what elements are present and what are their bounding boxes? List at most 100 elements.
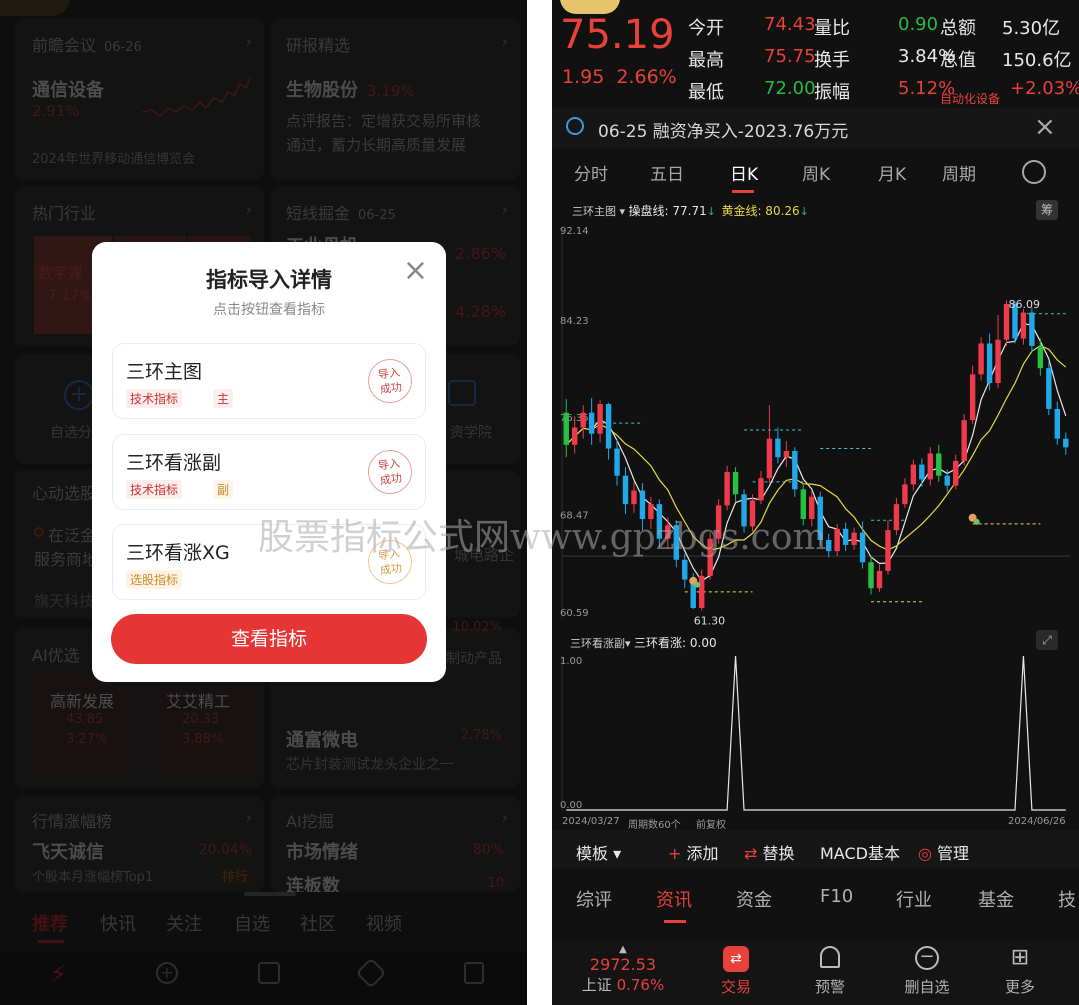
period-tab-3[interactable]: 周K [802, 160, 830, 185]
stat-l2: 量比 [814, 18, 850, 39]
indicator-slot-tag: 主 [213, 389, 234, 408]
view-indicator-button[interactable]: 查看指标 [111, 614, 427, 664]
candle-body [1020, 312, 1027, 339]
date-end: 2024/06/26 [1008, 816, 1066, 827]
info-tab-1[interactable]: 资讯 [656, 886, 692, 912]
period-tab-0[interactable]: 分时 [574, 160, 608, 185]
line1-label: 操盘线: 77.71 [628, 204, 707, 218]
candle-body [969, 374, 976, 421]
stat-v: 74.43 [764, 14, 816, 35]
info-tab-0[interactable]: 综评 [576, 886, 612, 912]
bell-icon[interactable] [820, 946, 840, 968]
settings-icon[interactable] [1022, 160, 1046, 184]
candle-body [919, 464, 925, 480]
candle-body [732, 472, 739, 495]
index-name: 上证 [581, 976, 612, 994]
candle-body [851, 532, 857, 545]
chips-button[interactable]: 筹 [1036, 200, 1058, 220]
gear-icon: ◎ [918, 844, 938, 863]
info-tab-3[interactable]: F10 [820, 886, 853, 907]
candle-body [859, 532, 866, 563]
dropdown-icon: ▾ [616, 205, 629, 218]
add-indicator-button[interactable]: + 添加 [668, 840, 719, 864]
replace-button[interactable]: ⇄ 替换 [744, 840, 795, 864]
candle-body [775, 438, 781, 458]
period-tab-5[interactable]: 周期 [942, 160, 976, 185]
close-icon[interactable]: × [403, 256, 428, 286]
indicator-name: 三环看涨XG [126, 542, 230, 564]
candle-body [893, 504, 900, 531]
dropdown-icon: ▾ [625, 637, 635, 650]
info-tab-4[interactable]: 行业 [896, 886, 932, 912]
signal-marker [694, 581, 701, 588]
candle-body [986, 343, 993, 384]
candle-body [724, 472, 730, 506]
grid-icon[interactable]: ⊞ [1008, 946, 1032, 970]
candle-body [698, 575, 705, 608]
y-tick-label: 60.59 [560, 608, 589, 619]
candle-body [995, 339, 1001, 384]
indicator-slot-tag: 副 [213, 480, 234, 499]
info-tab-5[interactable]: 基金 [978, 886, 1014, 912]
price-change: 1.95 2.66% [562, 66, 677, 88]
trade-icon[interactable]: ⇄ [723, 946, 749, 972]
delete-watch-label: 删自选 [904, 978, 950, 996]
y-tick-label: 92.14 [560, 226, 589, 237]
tab-underline [664, 920, 686, 923]
sub-indicator-name[interactable]: 三环看涨副 [570, 637, 625, 650]
expand-icon[interactable]: ⤢ [1036, 630, 1058, 650]
stat-l3: 自动化设备 [940, 92, 1001, 106]
manage-button[interactable]: ◎ 管理 [918, 840, 969, 864]
template-menu[interactable]: 模板 ▾ [576, 840, 621, 864]
dialog-subtitle: 点击按钮查看指标 [213, 302, 325, 318]
candle-body [1029, 312, 1035, 346]
macd-button[interactable]: MACD基本 [820, 840, 900, 864]
indicator-type-tag: 选股指标 [126, 570, 183, 589]
stat-l2: 振幅 [814, 82, 850, 103]
notice-text: 06-25 融资净买入-2023.76万元 [598, 122, 849, 142]
period-tab-1[interactable]: 五日 [650, 160, 684, 185]
candle-body [597, 404, 603, 434]
trade-label: 交易 [720, 978, 751, 996]
high-label: 86.09 [1009, 298, 1041, 311]
stat-v: 72.00 [764, 78, 816, 99]
candle-body [825, 540, 832, 552]
stat-v: 75.75 [764, 46, 816, 67]
low-label: 61.30 [694, 614, 726, 627]
change-value: 1.95 [562, 66, 605, 88]
stat-l3: 总值 [940, 50, 976, 71]
info-tab-2[interactable]: 资金 [736, 886, 772, 912]
tab-underline [732, 190, 754, 193]
indicator-name: 三环看涨副 [126, 452, 222, 474]
candle-body [766, 438, 773, 479]
index-value: 2972.53 [589, 955, 657, 974]
candle-body [1037, 345, 1044, 369]
import-success-stamp: 导入 成功 [365, 447, 415, 497]
candle-body [1046, 368, 1052, 409]
index-widget[interactable]: ▲ 2972.53 上证 0.76% [578, 944, 668, 995]
watermark: 股票指标公式网www.gpzbgs.com [258, 517, 827, 558]
period-tab-2[interactable]: 日K [730, 160, 758, 185]
indicator-toolbar [552, 830, 1079, 868]
dialog-title: 指标导入详情 [206, 268, 332, 292]
left-phone-screen: 前瞻会议 06-26 › 通信设备 2.91% 2024年世界移动通信博览会 研报… [0, 0, 527, 1005]
candlestick-chart[interactable]: 92.1484.2376.3568.4760.5986.0961.30 [552, 220, 1079, 630]
indicator-name: 三环主图 [126, 361, 203, 383]
indicator-import-dialog: 指标导入详情 点击按钮查看指标 × 三环主图 技术指标 主 导入 成功 三环看涨副… [92, 242, 446, 682]
candle-body [580, 412, 586, 428]
candle-body [622, 475, 629, 505]
stat-v2: 0.90 [898, 14, 939, 35]
chart-header: 三环主图 ▾ 操盘线: 77.71↓ 黄金线: 80.26↓ [572, 202, 809, 219]
close-icon[interactable]: × [1034, 112, 1056, 142]
indicator-item[interactable]: 三环主图 技术指标 主 导入 成功 [112, 343, 426, 419]
candle-body [902, 484, 908, 505]
indicator-main-name[interactable]: 三环主图 [572, 205, 616, 218]
stat-l3: 总额 [940, 18, 976, 39]
minus-circle-icon[interactable]: − [915, 946, 939, 970]
info-tab-6[interactable]: 技 [1058, 886, 1076, 912]
period-tab-4[interactable]: 月K [878, 160, 906, 185]
candle-body [834, 528, 840, 552]
sub-indicator-chart[interactable]: 1.00 0.00 [552, 650, 1079, 815]
stat-l: 最低 [688, 82, 724, 103]
indicator-item[interactable]: 三环看涨副 技术指标 副 导入 成功 [112, 434, 426, 510]
